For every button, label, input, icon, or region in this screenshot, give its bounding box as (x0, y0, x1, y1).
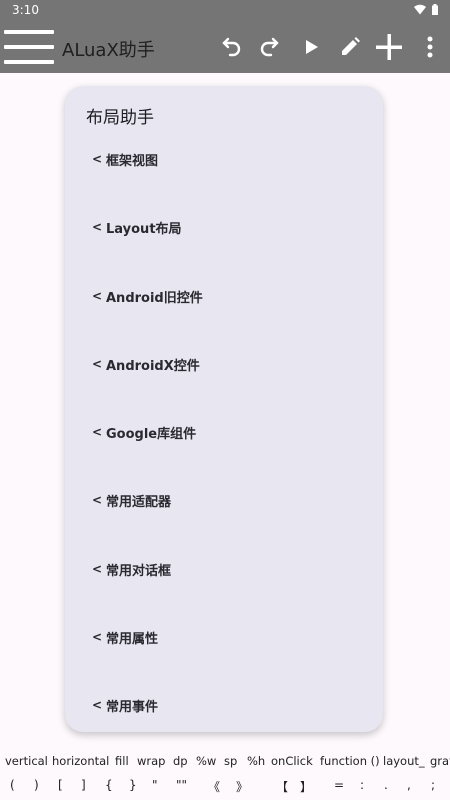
keyword-chip[interactable]: dp (173, 754, 188, 768)
keyword-chip[interactable]: %h (247, 754, 265, 768)
chevron-left-icon: < (92, 493, 103, 507)
menu-item-frame-view[interactable]: < 框架视图 (92, 145, 158, 173)
app-bar: ALuaX助手 (0, 20, 450, 73)
chevron-left-icon: < (92, 357, 103, 371)
play-icon[interactable] (296, 32, 326, 62)
status-bar: 3:10 (0, 0, 450, 20)
symbol-chip[interactable]: ] (81, 778, 86, 792)
symbol-chip[interactable]: } (129, 778, 137, 792)
undo-icon[interactable] (216, 32, 246, 62)
menu-item-events[interactable]: < 常用事件 (92, 691, 158, 719)
chevron-left-icon: < (92, 220, 103, 234)
menu-item-androidx-widgets[interactable]: < AndroidX控件 (92, 350, 200, 378)
redo-icon[interactable] (255, 32, 285, 62)
chevron-left-icon: < (92, 698, 103, 712)
menu-item-google-components[interactable]: < Google库组件 (92, 418, 196, 446)
menu-item-dialogs[interactable]: < 常用对话框 (92, 555, 171, 583)
symbol-bar: ( ) [ ] { } " "" 《 》 【 】 = : . , ; (0, 776, 450, 796)
symbol-chip[interactable]: 【 (276, 778, 288, 795)
symbol-chip[interactable]: "" (176, 778, 187, 792)
menu-item-label: 框架视图 (106, 153, 159, 169)
symbol-chip[interactable]: ( (10, 778, 15, 792)
menu-item-label: 常用对话框 (106, 563, 172, 579)
symbol-chip[interactable]: ; (431, 778, 435, 792)
keyword-chip[interactable]: horizontal (52, 754, 109, 768)
menu-item-label: 常用属性 (106, 631, 159, 647)
menu-item-android-widgets[interactable]: < Android旧控件 (92, 282, 203, 310)
menu-item-attributes[interactable]: < 常用属性 (92, 623, 158, 651)
chevron-left-icon: < (92, 630, 103, 644)
chevron-left-icon: < (92, 425, 103, 439)
menu-item-layout[interactable]: < Layout布局 (92, 213, 182, 241)
keyword-chip[interactable]: wrap (137, 754, 165, 768)
app-title: ALuaX助手 (62, 40, 155, 61)
add-icon[interactable] (374, 32, 404, 62)
menu-icon[interactable] (4, 28, 54, 66)
chevron-left-icon: < (92, 152, 103, 166)
keyword-chip[interactable]: layout_ (383, 754, 425, 768)
symbol-chip[interactable]: [ (58, 778, 63, 792)
layout-helper-card: 布局助手 < 框架视图 < Layout布局 < Android旧控件 < An… (65, 86, 383, 732)
chevron-left-icon: < (92, 562, 103, 576)
status-time: 3:10 (12, 3, 39, 17)
menu-item-label: 常用适配器 (106, 494, 172, 510)
symbol-chip[interactable]: 】 (300, 778, 312, 795)
menu-item-adapters[interactable]: < 常用适配器 (92, 486, 171, 514)
keyword-chip[interactable]: sp (224, 754, 237, 768)
symbol-chip[interactable]: : (360, 778, 364, 792)
chevron-left-icon: < (92, 289, 103, 303)
menu-item-label: Android旧控件 (106, 290, 203, 306)
keyword-chip[interactable]: function () (320, 754, 380, 768)
menu-item-label: Google库组件 (106, 426, 197, 442)
symbol-chip[interactable]: . (384, 778, 388, 792)
keyword-chip[interactable]: fill (115, 754, 129, 768)
symbol-chip[interactable]: 》 (236, 778, 248, 795)
more-vert-icon[interactable] (415, 32, 445, 62)
symbol-chip[interactable]: = (334, 778, 344, 792)
keyword-chip[interactable]: vertical (5, 754, 48, 768)
menu-item-label: AndroidX控件 (106, 358, 200, 374)
keyword-chip[interactable]: %w (196, 754, 216, 768)
menu-item-label: Layout布局 (106, 221, 182, 237)
status-icons (414, 4, 438, 15)
keyword-bar: vertical horizontal fill wrap dp %w sp %… (0, 752, 450, 772)
symbol-chip[interactable]: , (407, 778, 411, 792)
symbol-chip[interactable]: " (152, 778, 158, 792)
edit-icon[interactable] (335, 32, 365, 62)
keyword-chip[interactable]: onClick (271, 754, 313, 768)
battery-icon (432, 4, 438, 15)
menu-item-label: 常用事件 (106, 699, 159, 715)
symbol-chip[interactable]: ) (34, 778, 39, 792)
symbol-chip[interactable]: { (105, 778, 113, 792)
card-title: 布局助手 (86, 108, 154, 128)
wifi-icon (414, 4, 426, 15)
keyword-chip[interactable]: grav (430, 754, 450, 768)
symbol-chip[interactable]: 《 (208, 778, 220, 795)
